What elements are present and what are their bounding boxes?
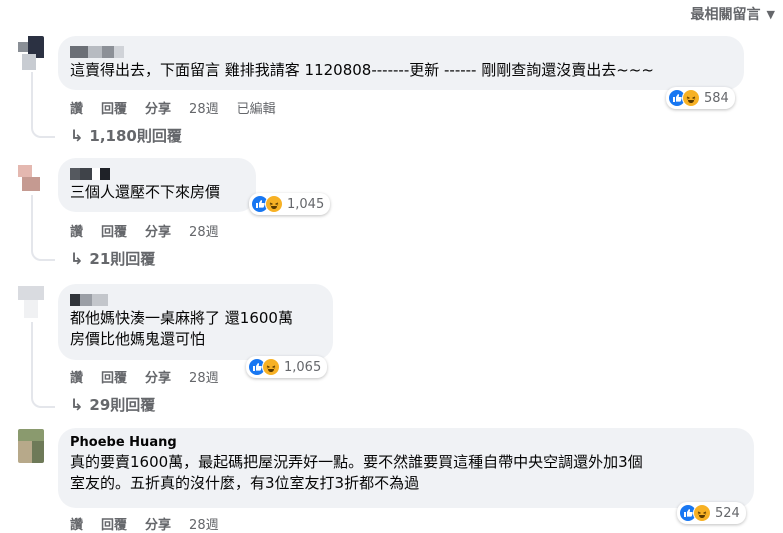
timestamp[interactable]: 28週 bbox=[189, 514, 219, 533]
comment-bubble: 三個人還壓不下來房價 bbox=[58, 158, 256, 212]
like-button[interactable]: 讚 bbox=[70, 221, 83, 240]
reaction-count: 524 bbox=[715, 505, 740, 521]
reaction-summary[interactable]: 1,045 bbox=[249, 193, 331, 215]
thread-curve bbox=[31, 118, 55, 138]
comment-text: 都他媽快湊一桌麻將了 還1600萬 房價比他媽鬼還可怕 bbox=[70, 309, 293, 348]
view-replies-link[interactable]: ↳ 1,180則回覆 bbox=[70, 125, 182, 146]
reaction-count: 1,065 bbox=[284, 359, 322, 375]
thread-curve bbox=[31, 241, 55, 261]
comment-text: 三個人還壓不下來房價 bbox=[70, 183, 221, 201]
comment-author[interactable] bbox=[70, 291, 321, 308]
timestamp[interactable]: 28週 bbox=[189, 367, 219, 386]
comment-bubble: 都他媽快湊一桌麻將了 還1600萬 房價比他媽鬼還可怕 bbox=[58, 284, 333, 360]
timestamp[interactable]: 28週 bbox=[189, 98, 219, 117]
haha-icon bbox=[682, 89, 700, 107]
edited-label: 已編輯 bbox=[236, 102, 276, 117]
comment-bubble: Phoebe Huang 真的要賣1600萬，最起碼把屋況弄好一點。要不然誰要買… bbox=[58, 428, 754, 508]
avatar[interactable] bbox=[18, 157, 44, 191]
avatar[interactable] bbox=[18, 429, 44, 463]
share-button[interactable]: 分享 bbox=[145, 367, 171, 386]
share-button[interactable]: 分享 bbox=[145, 98, 171, 117]
reply-button[interactable]: 回覆 bbox=[101, 367, 127, 386]
replies-count: 1,180則回覆 bbox=[89, 127, 182, 145]
reply-button[interactable]: 回覆 bbox=[101, 514, 127, 533]
reply-arrow-icon: ↳ bbox=[70, 249, 84, 268]
comment-actions: 讚 回覆 分享 28週 已編輯 bbox=[70, 98, 294, 117]
comment-actions: 讚 回覆 分享 28週 bbox=[70, 221, 237, 240]
comment-text: 真的要賣1600萬，最起碼把屋況弄好一點。要不然誰要買這種自帶中央空調還外加3個… bbox=[70, 453, 643, 492]
reply-button[interactable]: 回覆 bbox=[101, 221, 127, 240]
reply-arrow-icon: ↳ bbox=[70, 395, 84, 414]
thread-line bbox=[31, 322, 33, 394]
comment-author[interactable] bbox=[70, 165, 244, 182]
comment-author[interactable] bbox=[70, 43, 732, 60]
reaction-summary[interactable]: 524 bbox=[677, 502, 746, 524]
haha-icon bbox=[693, 504, 711, 522]
sort-dropdown[interactable]: 最相關留言 ▼ bbox=[691, 4, 775, 24]
avatar[interactable] bbox=[18, 284, 44, 318]
comment-bubble: 這賣得出去，下面留言 雞排我請客 1120808-------更新 ------… bbox=[58, 36, 744, 90]
share-button[interactable]: 分享 bbox=[145, 514, 171, 533]
reaction-summary[interactable]: 584 bbox=[666, 87, 735, 109]
like-button[interactable]: 讚 bbox=[70, 98, 83, 117]
comment-text: 這賣得出去，下面留言 雞排我請客 1120808-------更新 ------… bbox=[70, 61, 654, 79]
sort-label: 最相關留言 bbox=[690, 7, 761, 23]
haha-icon bbox=[262, 358, 280, 376]
like-button[interactable]: 讚 bbox=[70, 514, 83, 533]
share-button[interactable]: 分享 bbox=[145, 221, 171, 240]
view-replies-link[interactable]: ↳ 29則回覆 bbox=[70, 394, 155, 415]
replies-count: 29則回覆 bbox=[89, 396, 156, 414]
reply-arrow-icon: ↳ bbox=[70, 126, 84, 145]
thread-line bbox=[31, 72, 33, 124]
comment-actions: 讚 回覆 分享 28週 bbox=[70, 514, 237, 533]
timestamp[interactable]: 28週 bbox=[189, 221, 219, 240]
chevron-down-icon: ▼ bbox=[766, 7, 775, 21]
comment-author[interactable]: Phoebe Huang bbox=[70, 435, 742, 452]
haha-icon bbox=[265, 195, 283, 213]
comment-actions: 讚 回覆 分享 28週 bbox=[70, 367, 237, 386]
reaction-count: 584 bbox=[704, 90, 729, 106]
view-replies-link[interactable]: ↳ 21則回覆 bbox=[70, 248, 155, 269]
replies-count: 21則回覆 bbox=[89, 250, 156, 268]
reaction-count: 1,045 bbox=[287, 196, 325, 212]
like-button[interactable]: 讚 bbox=[70, 367, 83, 386]
thread-curve bbox=[31, 388, 55, 408]
avatar[interactable] bbox=[18, 36, 44, 70]
reply-button[interactable]: 回覆 bbox=[101, 98, 127, 117]
reaction-summary[interactable]: 1,065 bbox=[246, 356, 328, 378]
